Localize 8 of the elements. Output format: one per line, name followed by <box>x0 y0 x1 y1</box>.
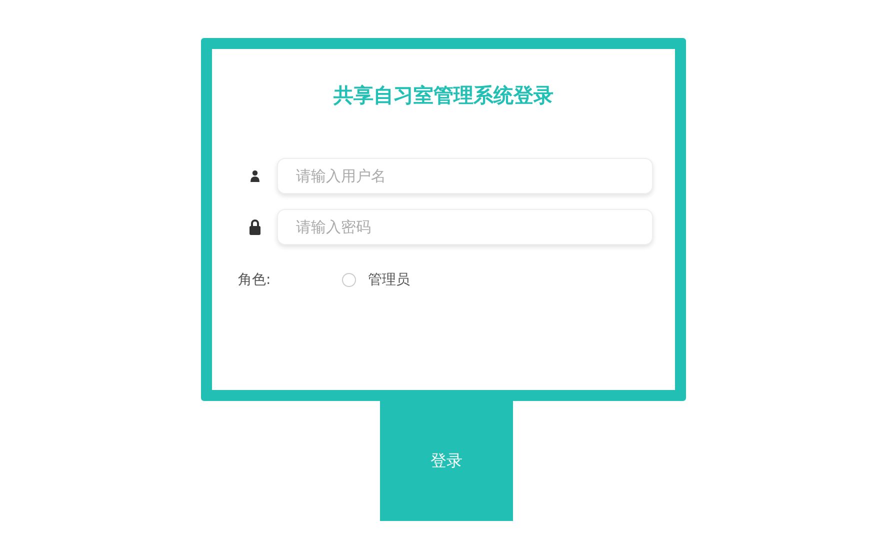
role-option[interactable]: 管理员 <box>342 271 410 289</box>
user-icon <box>248 170 262 182</box>
input-field[interactable]: 请输入用户名 <box>277 158 653 194</box>
lock-icon <box>248 219 262 235</box>
input-field[interactable]: 请输入密码 <box>277 209 653 245</box>
login-title: 共享自习室管理系统登录 <box>332 82 554 109</box>
radio-button[interactable] <box>342 273 356 287</box>
role-label: 角色: <box>238 271 272 289</box>
